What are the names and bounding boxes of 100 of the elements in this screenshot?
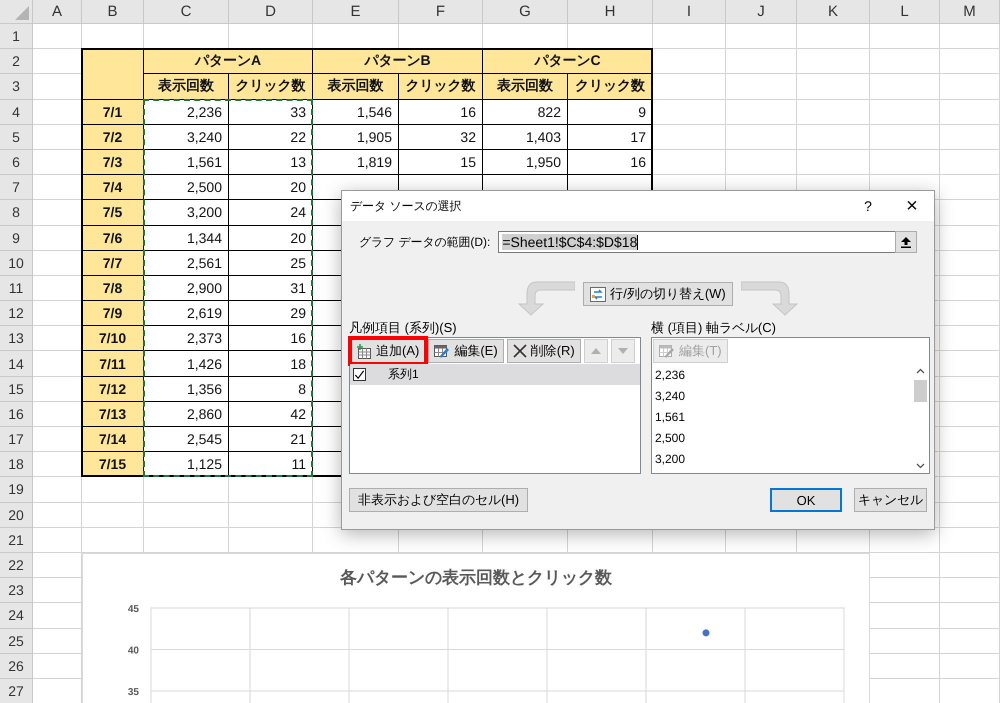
column-header[interactable]: I xyxy=(653,0,726,24)
row-header[interactable]: 19 xyxy=(0,477,33,503)
row-header[interactable]: 14 xyxy=(0,351,33,377)
empty-cell[interactable] xyxy=(726,150,797,176)
scroll-up-icon[interactable] xyxy=(916,368,925,374)
empty-cell[interactable] xyxy=(797,124,870,150)
empty-cell[interactable] xyxy=(940,351,1000,377)
empty-cell[interactable] xyxy=(940,552,1000,578)
row-header[interactable]: 17 xyxy=(0,427,33,452)
row-header[interactable]: 8 xyxy=(0,200,33,226)
series-list-item[interactable]: 系列1 xyxy=(350,364,640,385)
empty-cell[interactable] xyxy=(726,49,797,74)
empty-cell[interactable] xyxy=(82,477,144,503)
empty-cell[interactable] xyxy=(940,24,1000,50)
row-header[interactable]: 10 xyxy=(0,250,33,276)
switch-row-column-button[interactable]: 行/列の切り替え(W) xyxy=(583,282,733,306)
edit-series-button[interactable]: 編集(E) xyxy=(428,339,504,363)
collapse-button[interactable] xyxy=(895,231,917,253)
empty-cell[interactable] xyxy=(797,49,870,74)
row-header[interactable]: 6 xyxy=(0,150,33,176)
empty-cell[interactable] xyxy=(940,502,1000,528)
empty-cell[interactable] xyxy=(940,49,1000,74)
empty-cell[interactable] xyxy=(144,502,229,528)
empty-cell[interactable] xyxy=(940,452,1000,478)
column-header[interactable]: C xyxy=(144,0,229,24)
cancel-button[interactable]: キャンセル xyxy=(854,488,927,512)
row-header[interactable]: 21 xyxy=(0,528,33,553)
empty-cell[interactable] xyxy=(870,100,940,125)
empty-cell[interactable] xyxy=(940,175,1000,200)
column-header[interactable]: M xyxy=(940,0,1000,24)
empty-cell[interactable] xyxy=(653,24,726,50)
empty-cell[interactable] xyxy=(726,24,797,50)
row-header[interactable]: 23 xyxy=(0,578,33,604)
row-header[interactable]: 4 xyxy=(0,100,33,125)
empty-cell[interactable] xyxy=(940,603,1000,628)
empty-cell[interactable] xyxy=(940,226,1000,251)
empty-cell[interactable] xyxy=(229,502,313,528)
row-header[interactable]: 20 xyxy=(0,502,33,528)
empty-cell[interactable] xyxy=(940,124,1000,150)
scrollbar-thumb[interactable] xyxy=(914,380,927,402)
empty-cell[interactable] xyxy=(940,74,1000,100)
empty-cell[interactable] xyxy=(940,654,1000,679)
row-header[interactable]: 5 xyxy=(0,124,33,150)
empty-cell[interactable] xyxy=(144,477,229,503)
help-button[interactable]: ? xyxy=(846,191,890,221)
empty-cell[interactable] xyxy=(940,250,1000,276)
ok-button[interactable]: OK xyxy=(770,488,842,512)
chart-area[interactable]: 各パターンの表示回数とクリック数 35 40 45 xyxy=(82,552,870,703)
empty-cell[interactable] xyxy=(797,100,870,125)
empty-cell[interactable] xyxy=(870,74,940,100)
empty-cell[interactable] xyxy=(726,74,797,100)
row-header[interactable]: 12 xyxy=(0,301,33,326)
empty-cell[interactable] xyxy=(870,150,940,176)
empty-cell[interactable] xyxy=(940,326,1000,352)
scroll-down-icon[interactable] xyxy=(916,463,925,469)
row-header[interactable]: 16 xyxy=(0,402,33,427)
empty-cell[interactable] xyxy=(229,477,313,503)
empty-cell[interactable] xyxy=(940,427,1000,452)
select-all-icon[interactable] xyxy=(15,6,29,20)
empty-cell[interactable] xyxy=(940,376,1000,402)
empty-cell[interactable] xyxy=(940,402,1000,427)
column-header[interactable]: L xyxy=(870,0,940,24)
row-header[interactable]: 11 xyxy=(0,276,33,302)
row-header[interactable]: 9 xyxy=(0,226,33,251)
empty-cell[interactable] xyxy=(940,150,1000,176)
row-header[interactable]: 24 xyxy=(0,603,33,628)
empty-cell[interactable] xyxy=(940,628,1000,654)
column-header[interactable]: A xyxy=(33,0,82,24)
row-header[interactable]: 7 xyxy=(0,175,33,200)
empty-cell[interactable] xyxy=(797,24,870,50)
empty-cell[interactable] xyxy=(726,124,797,150)
row-header[interactable]: 27 xyxy=(0,678,33,703)
empty-cell[interactable] xyxy=(940,528,1000,553)
row-header[interactable]: 22 xyxy=(0,552,33,578)
column-header[interactable]: D xyxy=(229,0,313,24)
row-header[interactable]: 13 xyxy=(0,326,33,352)
empty-cell[interactable] xyxy=(940,200,1000,226)
column-header[interactable]: H xyxy=(568,0,653,24)
row-header[interactable]: 3 xyxy=(0,74,33,100)
hidden-empty-cells-button[interactable]: 非表示および空白のセル(H) xyxy=(349,488,528,512)
column-header[interactable]: E xyxy=(313,0,399,24)
row-header[interactable]: 26 xyxy=(0,654,33,679)
row-header[interactable]: 15 xyxy=(0,376,33,402)
empty-cell[interactable] xyxy=(870,24,940,50)
column-header[interactable]: G xyxy=(483,0,568,24)
empty-cell[interactable] xyxy=(870,49,940,74)
column-header[interactable]: F xyxy=(399,0,483,24)
column-header[interactable]: B xyxy=(82,0,144,24)
empty-cell[interactable] xyxy=(797,74,870,100)
empty-cell[interactable] xyxy=(940,100,1000,125)
empty-cell[interactable] xyxy=(797,150,870,176)
row-header[interactable]: 1 xyxy=(0,24,33,50)
empty-cell[interactable] xyxy=(940,578,1000,604)
row-header[interactable]: 18 xyxy=(0,452,33,478)
empty-cell[interactable] xyxy=(940,276,1000,302)
column-header[interactable]: K xyxy=(797,0,870,24)
empty-cell[interactable] xyxy=(82,502,144,528)
empty-cell[interactable] xyxy=(940,477,1000,503)
add-series-button[interactable]: 追加(A) xyxy=(351,339,426,363)
empty-cell[interactable] xyxy=(870,124,940,150)
